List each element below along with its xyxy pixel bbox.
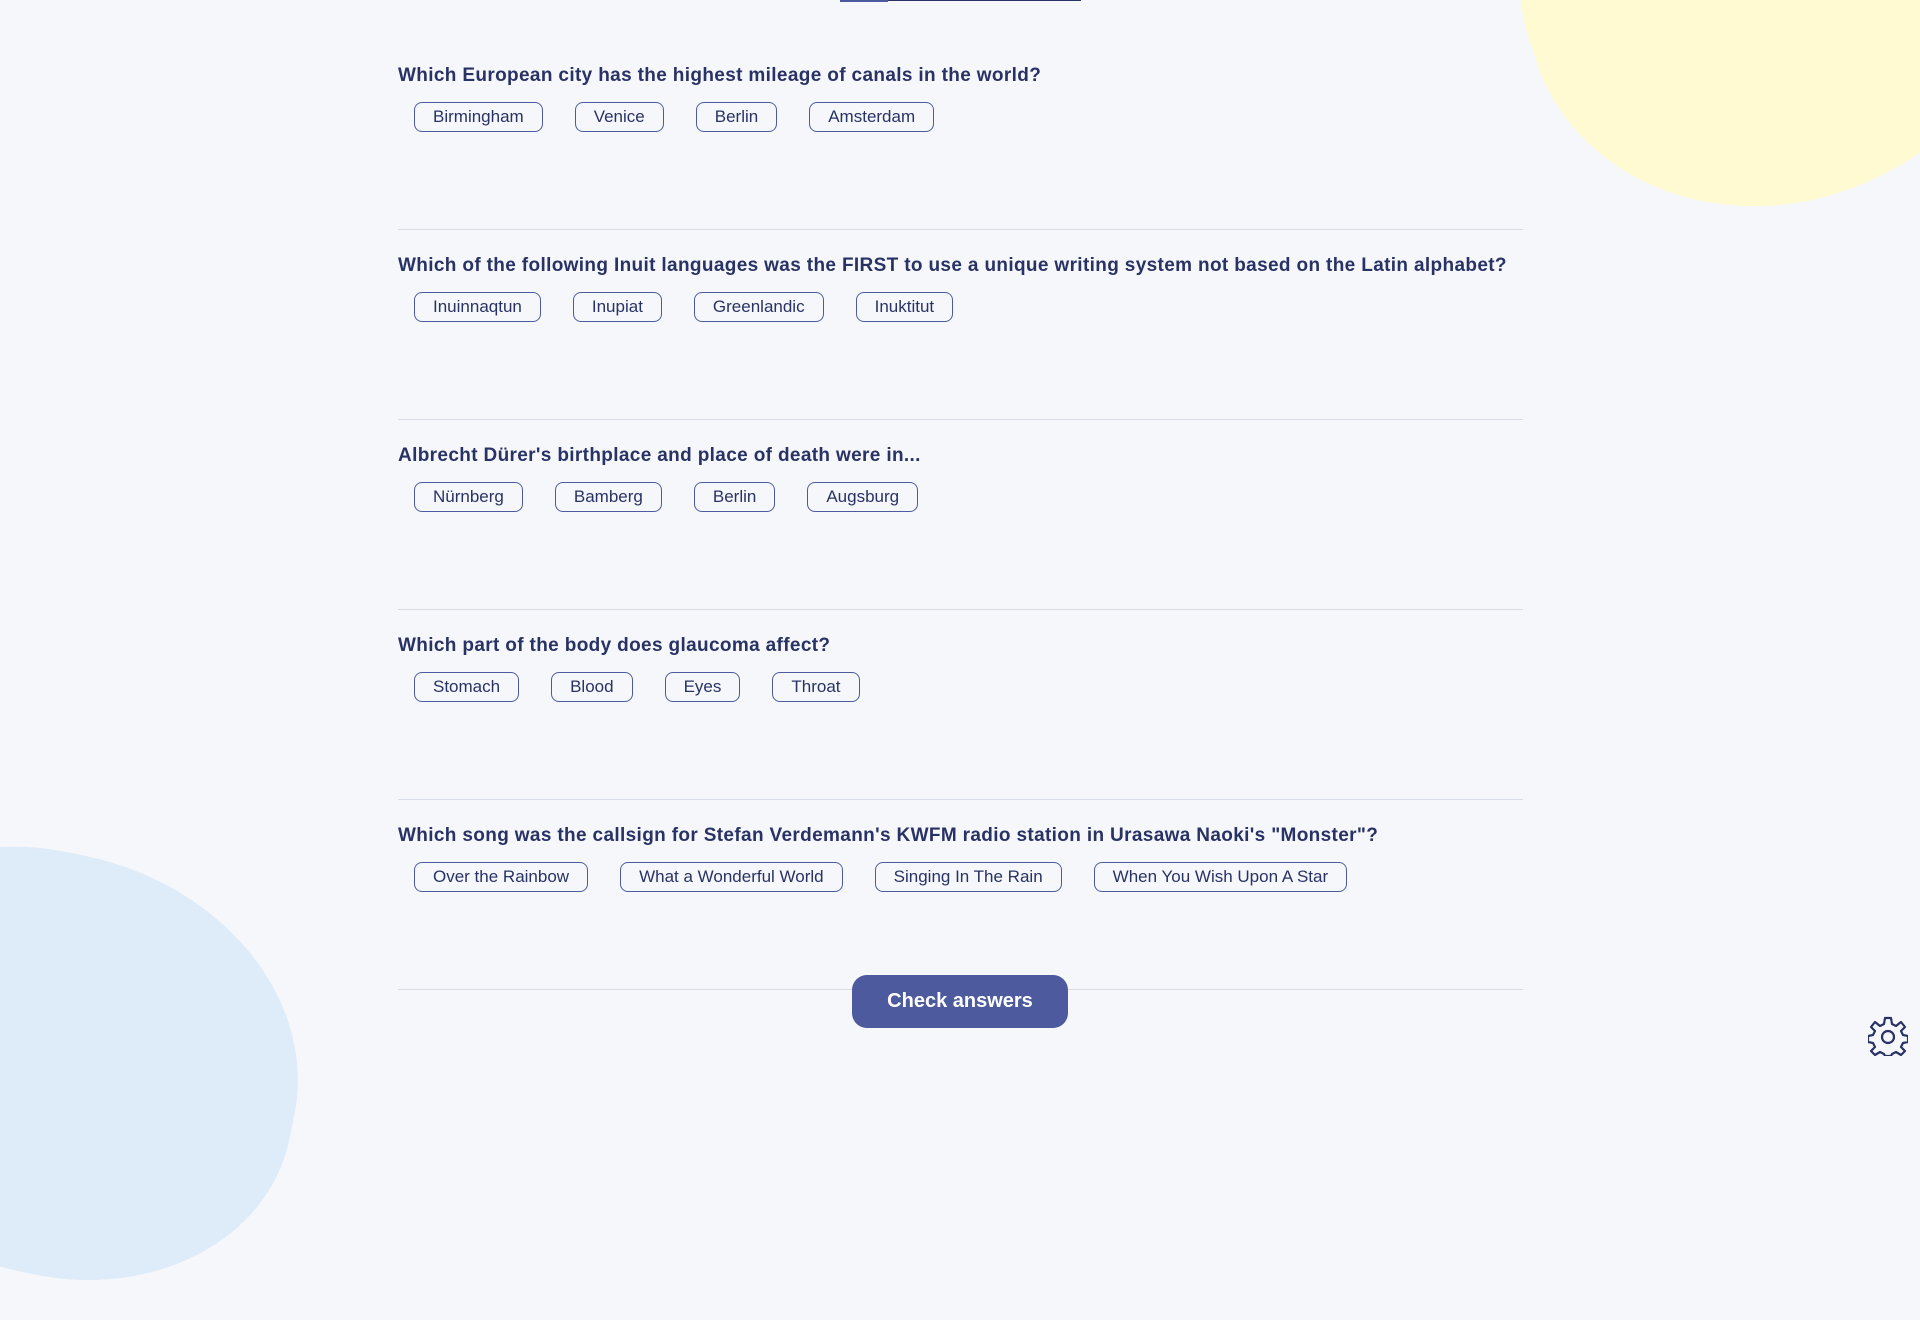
question-text: Which European city has the highest mile… [398,65,1042,86]
answer-option-birmingham[interactable]: Birmingham [414,102,543,132]
answer-option-augsburg[interactable]: Augsburg [807,482,919,512]
answer-option-singing-in-the-rain[interactable]: Singing In The Rain [874,862,1062,892]
answer-option-berlin[interactable]: Berlin [693,482,776,512]
answer-options: Birmingham Venice Berlin Amsterdam [414,102,935,132]
decorative-blue-blob [0,803,339,1320]
answer-option-eyes[interactable]: Eyes [664,672,741,702]
answer-options: Over the Rainbow What a Wonderful World … [414,862,1348,892]
question-item: Which European city has the highest mile… [398,65,1523,230]
answer-options: Inuinnaqtun Inupiat Greenlandic Inuktitu… [414,292,954,322]
answer-option-stomach[interactable]: Stomach [414,672,520,702]
answer-option-berlin[interactable]: Berlin [695,102,778,132]
question-text: Albrecht Dürer's birthplace and place of… [398,445,921,466]
answer-option-what-a-wonderful-world[interactable]: What a Wonderful World [620,862,843,892]
question-text: Which part of the body does glaucoma aff… [398,635,831,656]
question-item: Which song was the callsign for Stefan V… [398,825,1523,990]
question-text: Which song was the callsign for Stefan V… [398,825,1379,846]
answer-option-throat[interactable]: Throat [772,672,860,702]
decorative-yellow-blob [1461,0,1920,270]
answer-option-greenlandic[interactable]: Greenlandic [693,292,824,322]
answer-options: Stomach Blood Eyes Throat [414,672,860,702]
check-answers-button[interactable]: Check answers [852,975,1068,1028]
progress-track [840,0,1081,2]
question-item: Albrecht Dürer's birthplace and place of… [398,445,1523,610]
answer-option-inupiat[interactable]: Inupiat [572,292,662,322]
answer-option-bamberg[interactable]: Bamberg [554,482,662,512]
progress-fill [840,0,889,2]
answer-option-venice[interactable]: Venice [574,102,664,132]
answer-option-blood[interactable]: Blood [551,672,633,702]
question-item: Which part of the body does glaucoma aff… [398,635,1523,800]
answer-options: Nürnberg Bamberg Berlin Augsburg [414,482,919,512]
question-text: Which of the following Inuit languages w… [398,255,1507,276]
answer-option-amsterdam[interactable]: Amsterdam [809,102,935,132]
question-item: Which of the following Inuit languages w… [398,255,1523,420]
answer-option-when-you-wish-upon-a-star[interactable]: When You Wish Upon A Star [1093,862,1348,892]
answer-option-inuktitut[interactable]: Inuktitut [855,292,954,322]
answer-option-nurnberg[interactable]: Nürnberg [414,482,523,512]
gear-icon[interactable] [1868,1016,1908,1056]
answer-option-over-the-rainbow[interactable]: Over the Rainbow [414,862,589,892]
answer-option-inuinnaqtun[interactable]: Inuinnaqtun [414,292,541,322]
